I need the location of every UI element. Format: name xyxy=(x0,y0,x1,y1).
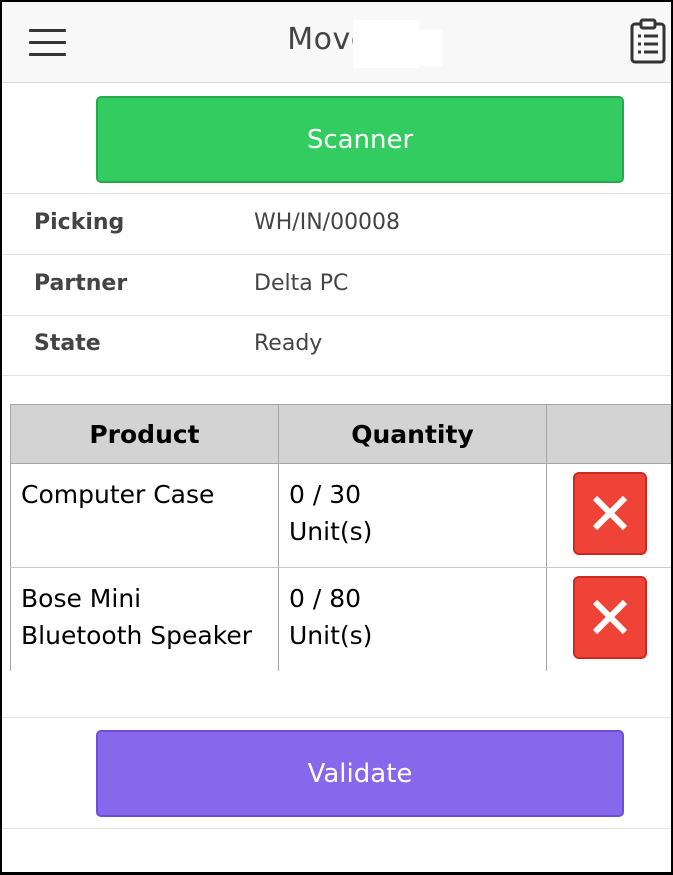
close-x-icon xyxy=(592,599,627,635)
partner-row: Partner Delta PC xyxy=(2,255,671,316)
redaction-block xyxy=(353,20,419,68)
validate-section: Validate xyxy=(2,717,671,829)
action-column-header xyxy=(546,404,671,464)
partner-label: Partner xyxy=(34,271,128,296)
quantity-value: 0 / 30 xyxy=(289,480,362,509)
product-cell: Computer Case xyxy=(10,463,279,568)
quantity-cell: 0 / 30 Unit(s) xyxy=(278,463,547,568)
table-row: Computer Case 0 / 30 Unit(s) xyxy=(10,463,671,568)
picking-value: WH/IN/00008 xyxy=(254,210,401,235)
clipboard-button[interactable] xyxy=(630,18,670,66)
product-cell: Bose Mini Bluetooth Speaker xyxy=(10,567,279,671)
validate-button[interactable]: Validate xyxy=(96,730,624,817)
quantity-unit: Unit(s) xyxy=(289,621,373,650)
redaction-block xyxy=(418,30,442,66)
scanner-button[interactable]: Scanner xyxy=(96,96,624,183)
moves-table: Product Quantity Computer Case 0 / 30 Un… xyxy=(10,404,671,671)
action-cell xyxy=(546,567,671,671)
quantity-cell: 0 / 80 Unit(s) xyxy=(278,567,547,671)
picking-label: Picking xyxy=(34,210,125,235)
picking-row: Picking WH/IN/00008 xyxy=(2,194,671,255)
action-cell xyxy=(546,463,671,568)
delete-row-button[interactable] xyxy=(572,472,647,555)
table-row: Bose Mini Bluetooth Speaker 0 / 80 Unit(… xyxy=(10,567,671,671)
clipboard-list-icon xyxy=(630,18,666,64)
state-row: State Ready xyxy=(2,315,671,376)
scanner-section: Scanner xyxy=(2,83,671,194)
product-column-header: Product xyxy=(10,404,279,464)
state-value: Ready xyxy=(254,331,323,356)
top-bar: Moves xyxy=(2,2,671,83)
partner-value: Delta PC xyxy=(254,271,349,296)
quantity-column-header: Quantity xyxy=(278,404,547,464)
delete-row-button[interactable] xyxy=(572,576,647,659)
state-label: State xyxy=(34,331,101,356)
quantity-unit: Unit(s) xyxy=(289,517,373,546)
close-x-icon xyxy=(592,495,627,531)
table-header-row: Product Quantity xyxy=(10,404,671,464)
page-title: Moves xyxy=(287,22,386,57)
app-window: Moves Scanner Picking WH/IN/00008 Partne… xyxy=(0,0,673,875)
quantity-value: 0 / 80 xyxy=(289,584,362,613)
